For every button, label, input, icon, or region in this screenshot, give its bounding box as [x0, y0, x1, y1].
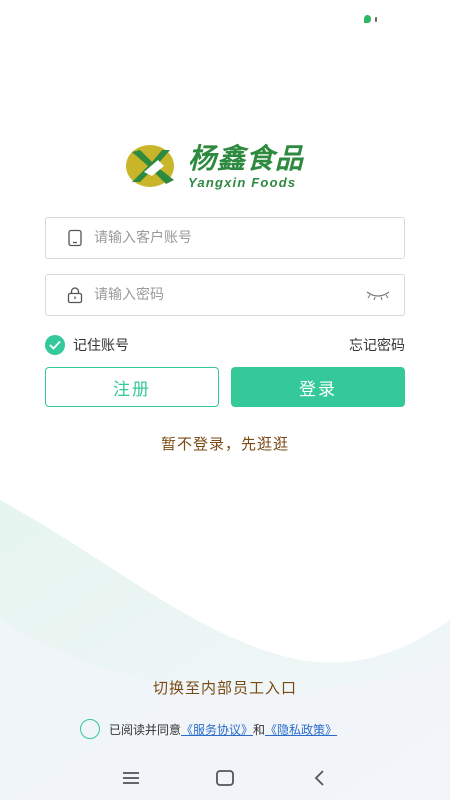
forgot-password-link[interactable]: 忘记密码	[349, 335, 405, 355]
brand-name-cn: 杨鑫食品	[188, 141, 305, 175]
account-field[interactable]	[45, 217, 405, 259]
menu-icon[interactable]	[120, 768, 142, 788]
password-field[interactable]	[45, 274, 405, 316]
brand-logo: 杨鑫食品 Yangxin Foods	[124, 140, 334, 192]
agreement-conjunction: 和	[253, 722, 266, 737]
remember-checkbox[interactable]	[45, 335, 65, 355]
status-indicator	[364, 14, 378, 24]
system-nav-bar	[0, 760, 450, 796]
password-input[interactable]	[94, 275, 366, 315]
eye-closed-icon[interactable]	[366, 288, 390, 302]
leaf-icon	[364, 15, 371, 23]
service-agreement-link[interactable]: 《服务协议》	[181, 721, 253, 738]
login-button[interactable]: 登录	[231, 367, 405, 407]
signal-icon	[375, 17, 377, 22]
agreement-radio[interactable]	[80, 719, 100, 739]
home-icon[interactable]	[214, 768, 236, 788]
phone-icon	[68, 229, 82, 247]
brand-name-en: Yangxin Foods	[188, 174, 297, 190]
privacy-policy-link[interactable]: 《隐私政策》	[265, 721, 337, 738]
staff-entrance-link[interactable]: 切换至内部员工入口	[0, 677, 450, 698]
browse-as-guest-link[interactable]: 暂不登录，先逛逛	[0, 433, 450, 454]
agreement-prefix: 已阅读并同意	[109, 722, 182, 737]
remember-label: 记住账号	[73, 338, 129, 354]
check-icon	[49, 340, 61, 350]
agreement-row: 已阅读并同意 《服务协议》 和 《隐私政策》	[80, 719, 337, 739]
register-button[interactable]: 注册	[45, 367, 219, 407]
back-icon[interactable]	[310, 768, 332, 788]
remember-account[interactable]: 记住账号	[45, 335, 129, 355]
lock-icon	[67, 287, 83, 304]
logo-mark-icon	[126, 145, 174, 187]
account-input[interactable]	[94, 218, 404, 258]
